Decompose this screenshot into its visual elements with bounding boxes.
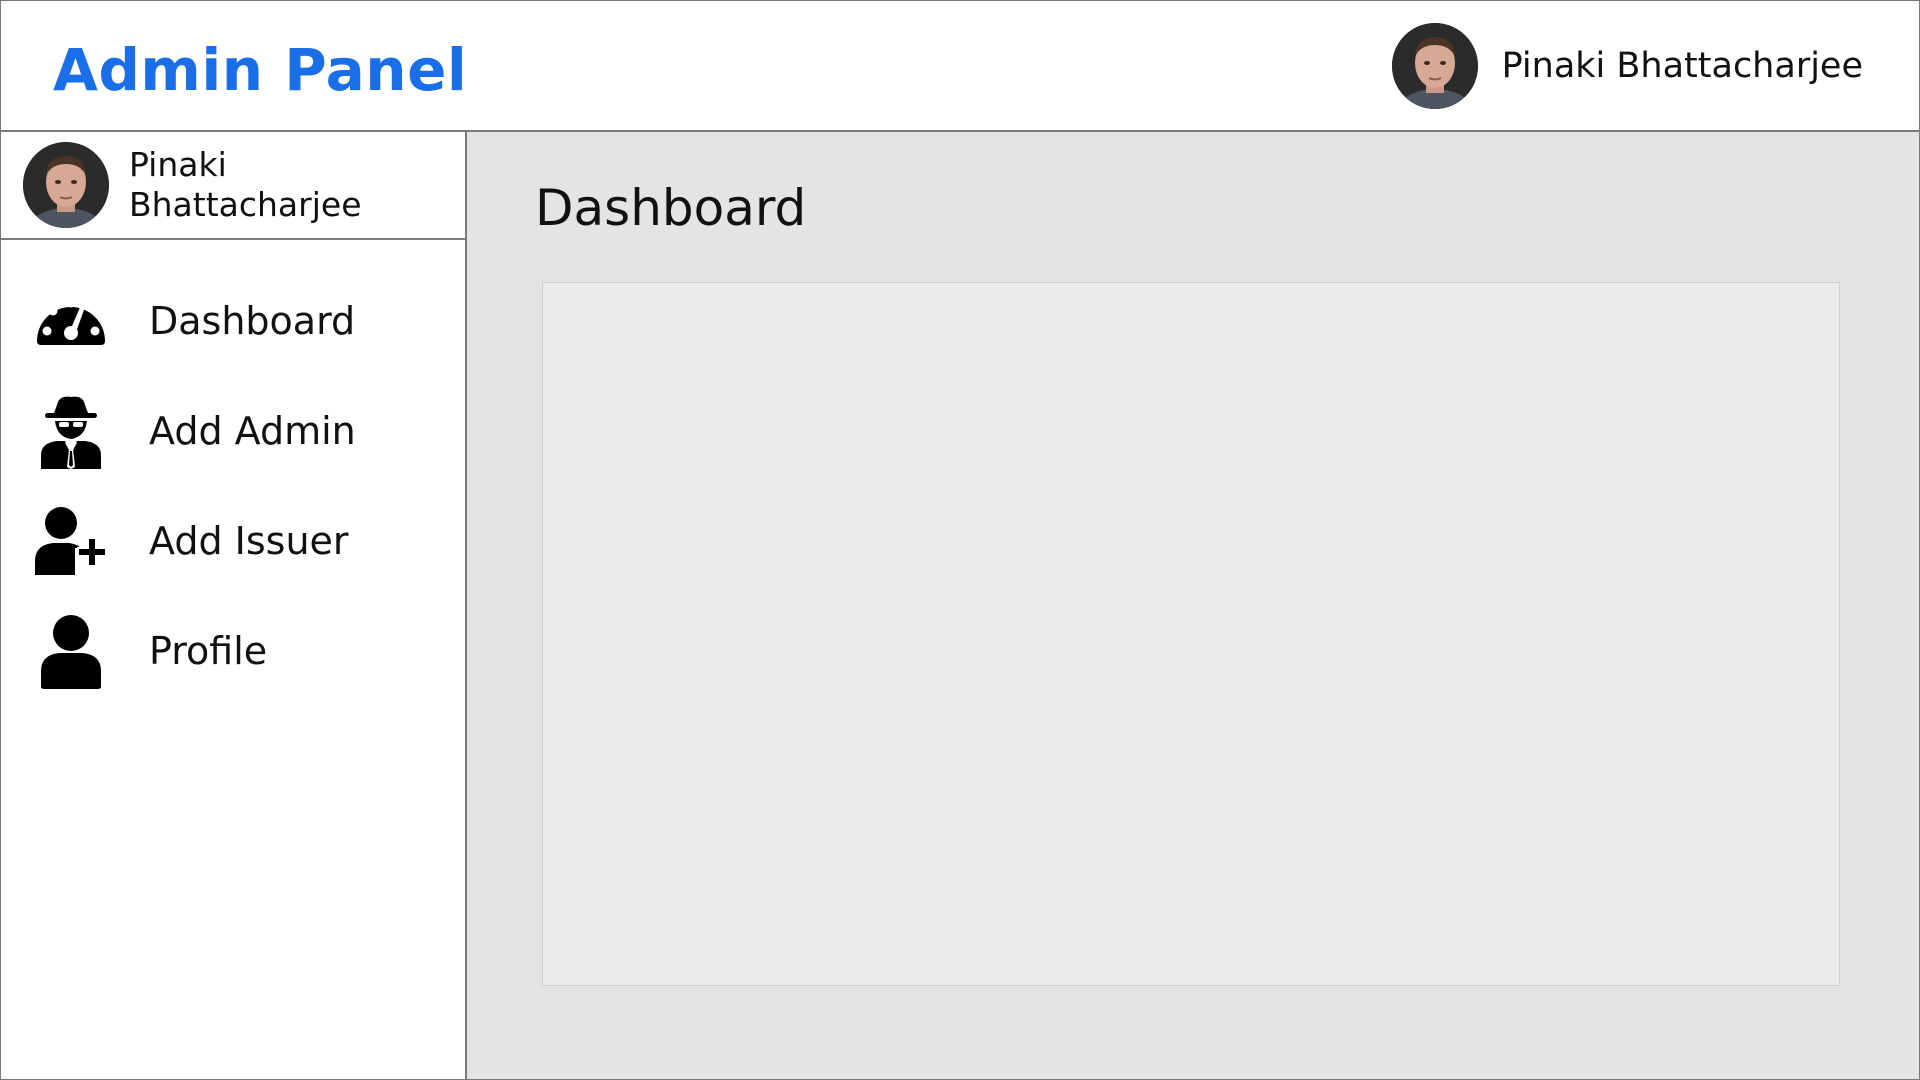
sidebar-item-add-issuer[interactable]: Add Issuer bbox=[1, 486, 465, 596]
header-avatar[interactable] bbox=[1391, 23, 1478, 109]
sidebar-item-label: Add Admin bbox=[149, 409, 356, 453]
header-user-name[interactable]: Pinaki Bhattacharjee bbox=[1502, 46, 1863, 86]
sidebar-item-label: Profile bbox=[149, 629, 268, 673]
header-user-menu[interactable]: Pinaki Bhattacharjee bbox=[1391, 23, 1863, 109]
sidebar-item-label: Dashboard bbox=[149, 299, 356, 343]
sidebar-avatar[interactable] bbox=[23, 142, 109, 228]
sidebar-user-name[interactable]: Pinaki Bhattacharjee bbox=[129, 145, 465, 225]
spy-agent-icon bbox=[33, 393, 109, 469]
sidebar-item-label: Add Issuer bbox=[149, 519, 349, 563]
top-header: Admin Panel Pinaki Bhattacharjee bbox=[1, 1, 1919, 132]
dashboard-panel bbox=[542, 282, 1840, 986]
user-icon bbox=[33, 613, 109, 689]
sidebar-user-card[interactable]: Pinaki Bhattacharjee bbox=[1, 132, 465, 240]
user-plus-icon bbox=[33, 503, 109, 579]
sidebar-item-dashboard[interactable]: Dashboard bbox=[1, 266, 465, 376]
app-window: Admin Panel Pinaki Bhattacharjee Pinaki … bbox=[0, 0, 1920, 1080]
sidebar-nav: Dashboard Add Admin Add Issuer Profile bbox=[1, 266, 465, 706]
app-title: Admin Panel bbox=[53, 36, 468, 104]
page-title: Dashboard bbox=[535, 179, 807, 237]
dashboard-gauge-icon bbox=[33, 283, 109, 359]
sidebar-item-profile[interactable]: Profile bbox=[1, 596, 465, 706]
sidebar: Pinaki Bhattacharjee Dashboard Add Admin… bbox=[1, 132, 467, 1079]
sidebar-item-add-admin[interactable]: Add Admin bbox=[1, 376, 465, 486]
main-content: Dashboard bbox=[467, 132, 1919, 1079]
